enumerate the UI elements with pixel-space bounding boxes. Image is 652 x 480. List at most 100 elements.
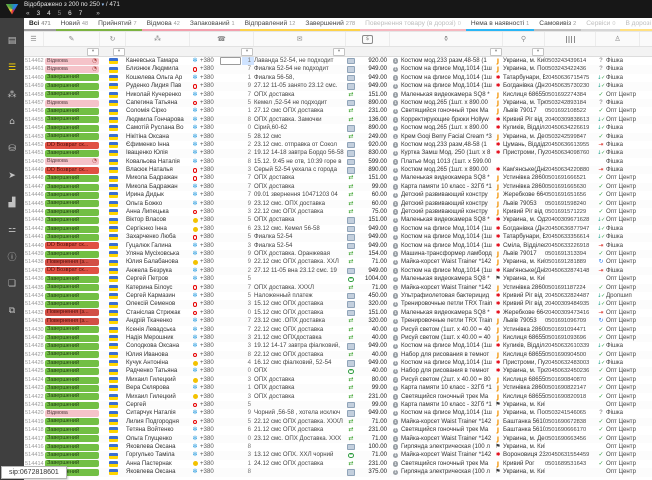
status-cell[interactable]: Завершений — [44, 133, 100, 140]
tracking-number[interactable]: 20400309671628 — [545, 216, 596, 224]
manager-comment[interactable]: 21.12 смс ОПХдоставка — [254, 334, 346, 342]
tab-Завершений[interactable]: Завершений278 — [300, 18, 360, 31]
delivery-address[interactable]: Баштанка 56101 — [503, 418, 545, 426]
phone-number[interactable]: +380 — [200, 326, 220, 334]
delivery-address[interactable]: Украина, м. Киї — [503, 443, 545, 451]
page-4[interactable]: 4 — [47, 10, 51, 17]
delivery-address[interactable]: Сміла, Відділен — [503, 242, 545, 250]
tracking-number[interactable]: 0503241546065 — [545, 409, 596, 417]
delivery-address[interactable]: Богданівка (Дні — [503, 82, 545, 90]
phone-number[interactable]: +380 — [200, 208, 220, 216]
customer-name[interactable]: Власюк Наталья — [126, 166, 190, 174]
column-header-name[interactable]: ⁂ — [126, 32, 190, 46]
customer-name[interactable]: Юлия Иванова — [126, 351, 190, 359]
product-name[interactable]: Рисуй светом (1шт. x 40.00 = 40 — [401, 326, 493, 334]
delivery-address[interactable]: Львів 79017 — [503, 250, 545, 258]
customer-name[interactable]: Ольга Глущенко — [126, 435, 190, 443]
product-name[interactable]: Костюм на флисе Мод.1014 (1ш — [401, 82, 493, 90]
delivery-address[interactable]: Богданівка (Дні — [503, 225, 545, 233]
delivery-address[interactable]: Баштанка 56101 — [503, 426, 545, 434]
order-row[interactable]: 514451ЗавершенийІващенко Юлія✻+380219.12… — [24, 149, 652, 157]
product-name[interactable]: Майка-корсет Waist Trainer *142 — [401, 284, 493, 292]
order-row[interactable]: 514428ЗавершенийСолодкова Оксана✻+380319… — [24, 342, 652, 350]
product-name[interactable]: Ультрафиолетовая бактерицид — [401, 292, 493, 300]
customer-name[interactable]: Ксенія Левадська — [126, 326, 190, 334]
customer-name[interactable]: Ирина Дидык — [126, 191, 190, 199]
phone-number[interactable]: +380 — [200, 267, 220, 275]
product-name[interactable]: Костюм на флисе Мод.1014 (1ш — [401, 65, 493, 73]
customer-name[interactable]: Юлия Балабанова — [126, 258, 190, 266]
product-name[interactable]: Детский развивающий констру — [401, 200, 493, 208]
customer-name[interactable]: Кошелева Ольга Ар — [126, 74, 190, 82]
phone-number[interactable]: +380 — [200, 124, 220, 132]
customer-name[interactable]: Сапегина Татьяна — [126, 99, 190, 107]
order-row[interactable]: 514415ЗавершенийГоргулько Таміла✻+380313… — [24, 451, 652, 459]
manager-comment[interactable]: ОПХ — [254, 367, 346, 375]
tracking-number[interactable]: 20450634098760 — [545, 149, 596, 157]
column-header-status[interactable]: ✎ — [44, 32, 100, 46]
status-cell[interactable]: Завершений — [44, 377, 100, 384]
phone-number[interactable]: +380 — [200, 183, 220, 191]
app-logo[interactable] — [0, 0, 24, 18]
customer-name[interactable]: Вера Склярова — [126, 384, 190, 392]
column-header-source[interactable]: ♙ — [596, 32, 640, 46]
status-cell[interactable]: Відмова◔ — [44, 58, 100, 65]
tracking-number[interactable]: 20400309473416 — [545, 309, 596, 317]
manager-comment[interactable]: 24.12 смс ОПХ доставка — [254, 460, 346, 468]
column-header-money[interactable]: $ — [346, 32, 390, 46]
tracking-number[interactable]: 0501691666521 — [545, 174, 596, 182]
phone-number[interactable]: +380 — [200, 141, 220, 149]
tracking-number[interactable]: 20450636877947 — [545, 225, 596, 233]
delivery-address[interactable]: Кислиця 68655 — [503, 351, 545, 359]
order-row[interactable]: 514455ЗавершенийЛюдмила Гончарова✻+3808О… — [24, 116, 652, 124]
phone-number[interactable]: +380 — [200, 242, 220, 250]
manager-comment[interactable]: 27.12 11-05 вна 23.12 смс. 19 — [254, 267, 346, 275]
customer-name[interactable]: Людмила Гончарова — [126, 116, 190, 124]
phone-number[interactable]: +380 — [200, 233, 220, 241]
manager-comment[interactable]: Фиалка 52-54 — [254, 233, 346, 241]
manager-comment[interactable]: 15.12. 9:45 не отв, 10:39 горе в — [254, 158, 346, 166]
delivery-address[interactable]: Кам'янське(Дні — [503, 267, 545, 275]
order-row[interactable]: 514462Відмова◔Каневська Тамара✻+3801Лава… — [24, 57, 652, 65]
order-row[interactable]: 514446ЗавершенийИрина Дидык✻+380709.01 з… — [24, 191, 652, 199]
order-row[interactable]: 514423ЗавершенийВера Склярова✻+3801ОПХ д… — [24, 384, 652, 392]
status-cell[interactable]: Завершений — [44, 301, 100, 308]
product-name[interactable]: Костюм на флисе Мод.1014 (1ш — [401, 225, 493, 233]
manager-comment[interactable]: 19.12 14-18 завтра Бордо 56-58 — [254, 149, 346, 157]
status-cell[interactable]: Завершений — [44, 217, 100, 224]
product-name[interactable]: Карта памяти 10 класс - 32Гб *1 — [401, 183, 493, 191]
delivery-address[interactable]: Устинівка 28600 — [503, 384, 545, 392]
customer-name[interactable]: Микола Бадражан — [126, 174, 190, 182]
tracking-number[interactable]: 0501691093696 — [545, 334, 596, 342]
product-name[interactable]: Костюм мод.265 (1шт. x 890.00 — [401, 166, 493, 174]
status-cell[interactable]: Повернення (з... — [44, 318, 100, 325]
status-cell[interactable]: Завершений — [44, 125, 100, 132]
product-name[interactable]: Набор для рисования в темнот — [401, 351, 493, 359]
status-cell[interactable]: Завершений — [44, 234, 100, 241]
status-cell[interactable]: Завершений — [44, 343, 100, 350]
order-row[interactable]: 514432Повернення (з...Станіслав Стрижак+… — [24, 309, 652, 317]
phone-number[interactable]: +380 — [200, 426, 220, 434]
phone-number[interactable]: +380 — [200, 275, 220, 283]
order-row[interactable]: 514445ЗавершенийОльга Божко✻+380923.12 с… — [24, 200, 652, 208]
order-row[interactable]: 514419ЗавершенийЛилия Подгородня+380522.… — [24, 418, 652, 426]
phone-number[interactable]: +380 — [200, 451, 220, 459]
manager-comment[interactable]: 27.12 11-05 занято 23.12 смс. — [254, 82, 346, 90]
manager-comment[interactable]: 28.12 смс — [254, 133, 346, 141]
phone-number[interactable]: +380 — [200, 82, 220, 90]
delivery-address[interactable]: Украина, м. По — [503, 65, 545, 73]
manager-comment[interactable]: Чорний ,56-58 , хотела исключ — [254, 409, 346, 417]
phone-number[interactable]: +380 — [200, 91, 220, 99]
order-row[interactable]: 514443ЗавершенийВіктор Власов+3805ОПХ до… — [24, 216, 652, 224]
tracking-number[interactable]: 0501691313394 — [545, 250, 596, 258]
order-row[interactable]: 514454ЗавершенийСамотій Руслана Во✻+3800… — [24, 124, 652, 132]
manager-comment[interactable]: ОПХ доставка. ХХХЛ — [254, 284, 346, 292]
status-cell[interactable]: Завершений — [44, 175, 100, 182]
tracking-number[interactable]: 0501692274384 — [545, 91, 596, 99]
order-row[interactable]: 514429ЗавершенийНадія Мерошник✻+380321.1… — [24, 334, 652, 342]
order-row[interactable]: 514440DD Возврат ск...Гуцалюк Галина✻+38… — [24, 242, 652, 250]
customer-name[interactable]: Єфименко Інна — [126, 141, 190, 149]
status-cell[interactable]: Завершений — [44, 200, 100, 207]
product-name[interactable]: Костюм на флисе Мод.1014 (1ш — [401, 233, 493, 241]
delivery-address[interactable]: Украина, м. Киї — [503, 57, 545, 65]
